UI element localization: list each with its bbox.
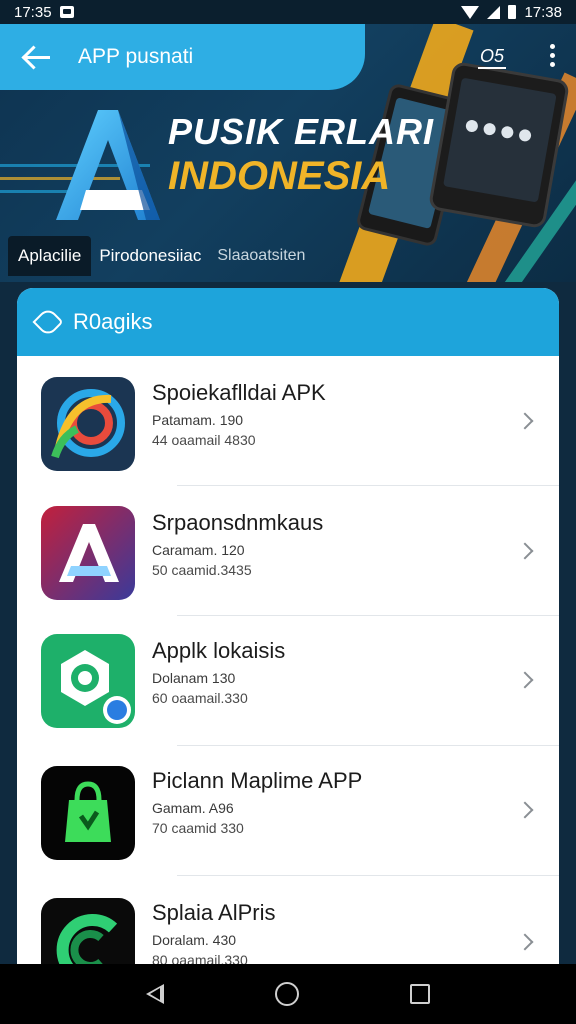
- app-info: Splaia AlPris Doralam. 430 80 oaamail.33…: [152, 900, 276, 968]
- colorful-swirl-icon: [41, 377, 135, 471]
- app-list-item[interactable]: Spoiekaflldai APK Patamam. 190 44 oaamai…: [17, 356, 559, 486]
- app-bar-title: APP pusnati: [78, 45, 194, 68]
- app-name: Applk lokaisis: [152, 638, 286, 663]
- hero-logo-a-icon: [56, 110, 160, 220]
- app-name: Spoiekaflldai APK: [152, 380, 326, 405]
- app-meta: 44 oaamail 4830: [152, 432, 256, 448]
- letter-a-icon: [41, 506, 135, 600]
- back-arrow-icon[interactable]: [22, 45, 52, 69]
- hero-title-line1: PUSIK ERLARI: [168, 111, 435, 152]
- status-time-right: 17:38: [524, 3, 562, 21]
- app-meta: Patamam. 190: [152, 412, 244, 428]
- status-bar: 17:35 17:38: [0, 0, 576, 24]
- hero-title: PUSIK ERLARI INDONESIA: [168, 111, 435, 198]
- green-bag-icon: [41, 766, 135, 860]
- app-bar: APP pusnati: [0, 24, 365, 90]
- more-vert-icon[interactable]: [548, 44, 556, 72]
- signal-icon: [487, 5, 501, 19]
- tab-slaaoatsiten[interactable]: Slaaoatsiten: [209, 241, 313, 271]
- tab-bar: Aplacilie Pirodonesiiac Slaaoatsiten: [0, 230, 576, 282]
- app-info: Piclann Maplime APP Gamam. A96 70 caamid…: [152, 768, 362, 836]
- hero-banner: APP pusnati O5 PUSIK ERLARI INDONESIA Ap…: [0, 24, 576, 282]
- app-name: Splaia AlPris: [152, 900, 276, 925]
- nav-recents-icon[interactable]: [410, 984, 431, 1004]
- app-meta: Gamam. A96: [152, 800, 234, 816]
- app-meta: Dolanam 130: [152, 670, 236, 686]
- app-meta: 50 caamid.3435: [152, 562, 252, 578]
- hero-title-line2: INDONESIA: [168, 154, 391, 198]
- chevron-right-icon: [516, 671, 534, 689]
- card-title: R0agiks: [73, 309, 153, 334]
- app-meta: 70 caamid 330: [152, 820, 244, 836]
- wifi-icon: [461, 5, 480, 19]
- app-info: Spoiekaflldai APK Patamam. 190 44 oaamai…: [152, 380, 326, 448]
- chevron-right-icon: [516, 412, 534, 430]
- app-list-item[interactable]: Piclann Maplime APP Gamam. A96 70 caamid…: [17, 746, 559, 876]
- system-nav-bar: [0, 964, 576, 1024]
- app-list-item[interactable]: Applk lokaisis Dolanam 130 60 oaamail.33…: [17, 616, 559, 746]
- app-name: Piclann Maplime APP: [152, 768, 363, 793]
- header-badge[interactable]: O5: [478, 46, 507, 69]
- chevron-right-icon: [516, 542, 534, 560]
- drop-icon: [32, 306, 64, 338]
- app-meta: Doralam. 430: [152, 932, 237, 948]
- apps-card: R0agiks Spoiekaflldai APK Patamam. 190 4…: [17, 288, 559, 978]
- battery-icon: [508, 5, 517, 19]
- app-name: Srpaonsdnmkaus: [152, 510, 324, 535]
- app-info: Applk lokaisis Dolanam 130 60 oaamail.33…: [152, 638, 285, 706]
- app-meta: Caramam. 120: [152, 542, 245, 558]
- status-right: 17:38: [461, 4, 562, 21]
- tab-aplacilie[interactable]: Aplacilie: [8, 236, 92, 276]
- notification-icon: [59, 6, 74, 18]
- status-left: 17:35: [14, 4, 74, 21]
- app-info: Srpaonsdnmkaus Caramam. 120 50 caamid.34…: [152, 510, 323, 578]
- tab-pirodonesiiac[interactable]: Pirodonesiiac: [91, 240, 209, 272]
- phone-illustration: [427, 60, 571, 230]
- card-header: R0agiks: [17, 288, 559, 356]
- app-list-item[interactable]: Srpaonsdnmkaus Caramam. 120 50 caamid.34…: [17, 486, 559, 616]
- app-meta: 60 oaamail.330: [152, 690, 248, 706]
- status-time-left: 17:35: [14, 3, 52, 21]
- hexagon-location-icon: [41, 634, 135, 728]
- chevron-right-icon: [516, 801, 534, 819]
- chevron-right-icon: [516, 933, 534, 951]
- nav-home-icon[interactable]: [274, 982, 299, 1006]
- app-list-item[interactable]: Splaia AlPris Doralam. 430 80 oaamail.33…: [17, 876, 559, 978]
- nav-back-icon[interactable]: [145, 984, 164, 1004]
